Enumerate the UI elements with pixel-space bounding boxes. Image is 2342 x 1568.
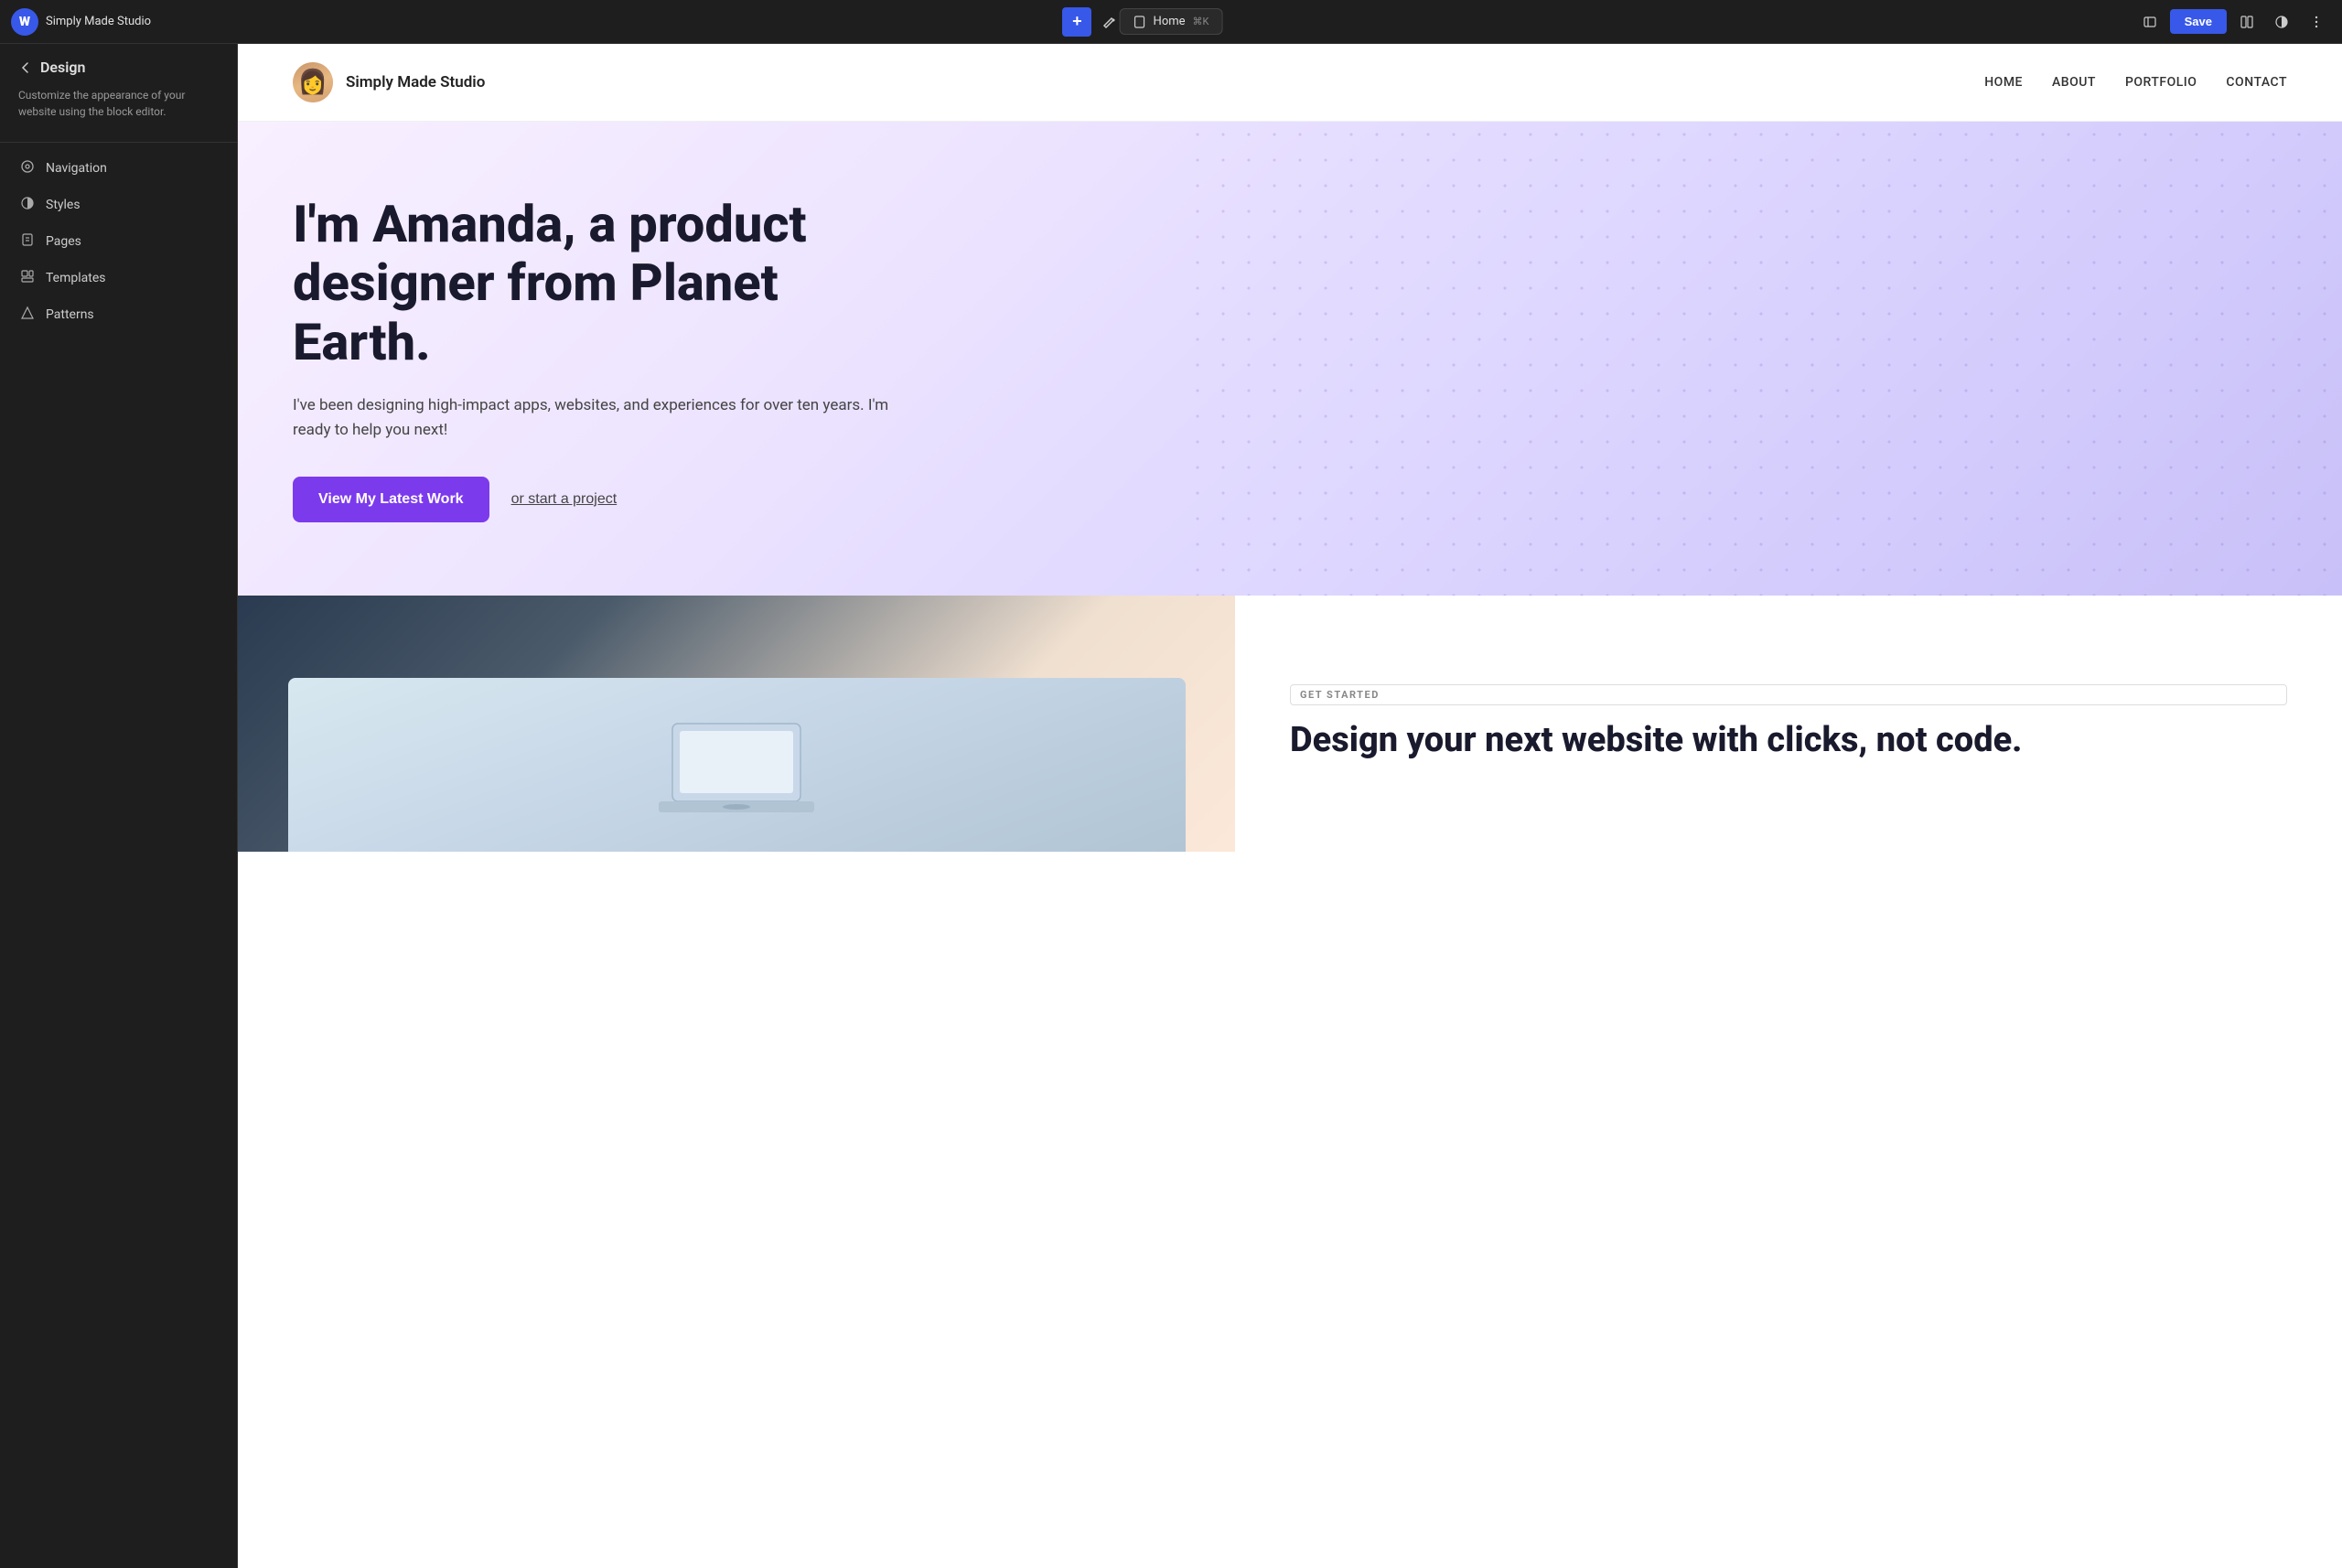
main-layout: Design Customize the appearance of your … [0, 44, 2342, 1568]
hero-subtitle: I've been designing high-impact apps, we… [293, 393, 915, 443]
sidebar-item-patterns[interactable]: Patterns [0, 296, 237, 333]
pages-icon [18, 232, 37, 251]
sidebar-subtitle: Customize the appearance of your website… [0, 87, 237, 134]
navigation-icon [18, 159, 37, 177]
hero-actions: View My Latest Work or start a project [293, 477, 915, 522]
sidebar-item-label: Navigation [46, 161, 107, 176]
sidebar-item-label: Pages [46, 234, 81, 249]
section-text: GET STARTED Design your next website wit… [1235, 596, 2342, 852]
sidebar-divider [0, 142, 237, 143]
view-button[interactable] [2135, 7, 2165, 37]
laptop-image [288, 678, 1186, 852]
sidebar-title: Design [40, 59, 85, 76]
site-title-topbar: Simply Made Studio [46, 15, 151, 28]
wordpress-logo[interactable]: W [11, 8, 38, 36]
laptop-svg [654, 714, 819, 824]
sidebar-item-styles[interactable]: Styles [0, 187, 237, 223]
hero-content: I'm Amanda, a product designer from Plan… [293, 195, 915, 522]
top-bar: W Simply Made Studio + Home ⌘K Save [0, 0, 2342, 44]
start-project-link[interactable]: or start a project [511, 491, 618, 508]
dark-mode-button[interactable] [2267, 7, 2296, 37]
nav-about[interactable]: ABOUT [2052, 75, 2096, 90]
site-logo: Simply Made Studio [293, 62, 485, 102]
content-area: Simply Made Studio HOME ABOUT PORTFOLIO … [238, 44, 2342, 1568]
sidebar-item-label: Styles [46, 198, 81, 212]
sidebar-item-templates[interactable]: Templates [0, 260, 237, 296]
section-eyebrow: GET STARTED [1290, 684, 2287, 705]
section-heading: Design your next website with clicks, no… [1290, 720, 2287, 762]
view-work-button[interactable]: View My Latest Work [293, 477, 489, 522]
sidebar-header: Design [0, 59, 237, 87]
nav-contact[interactable]: CONTACT [2226, 75, 2287, 90]
add-block-button[interactable]: + [1062, 7, 1091, 37]
styles-icon [18, 196, 37, 214]
sidebar-item-pages[interactable]: Pages [0, 223, 237, 260]
top-bar-left: W Simply Made Studio [11, 8, 151, 36]
sidebar-back-button[interactable] [18, 60, 33, 75]
templates-icon [18, 269, 37, 287]
sidebar-item-label: Patterns [46, 307, 94, 322]
avatar-image [293, 62, 333, 102]
page-icon [1133, 16, 1146, 28]
sidebar-item-navigation[interactable]: Navigation [0, 150, 237, 187]
layout-button[interactable] [2232, 7, 2261, 37]
hero-section: I'm Amanda, a product designer from Plan… [238, 122, 2342, 596]
section-image [238, 596, 1235, 852]
patterns-icon [18, 306, 37, 324]
site-header: Simply Made Studio HOME ABOUT PORTFOLIO … [238, 44, 2342, 122]
page-selector[interactable]: Home ⌘K [1120, 8, 1223, 35]
site-name: Simply Made Studio [346, 73, 485, 91]
preview-frame: Simply Made Studio HOME ABOUT PORTFOLIO … [238, 44, 2342, 1568]
site-nav: HOME ABOUT PORTFOLIO CONTACT [1984, 75, 2287, 90]
sidebar-item-label: Templates [46, 271, 106, 285]
top-bar-right: Save [2135, 7, 2331, 37]
save-button[interactable]: Save [2170, 9, 2227, 34]
hero-dots-pattern [1185, 122, 2342, 596]
sidebar: Design Customize the appearance of your … [0, 44, 238, 1568]
more-options-button[interactable] [2302, 7, 2331, 37]
top-bar-center: Home ⌘K [1120, 8, 1223, 35]
avatar [293, 62, 333, 102]
hero-title: I'm Amanda, a product designer from Plan… [293, 195, 915, 371]
nav-portfolio[interactable]: PORTFOLIO [2125, 75, 2197, 90]
section-two: GET STARTED Design your next website wit… [238, 596, 2342, 852]
nav-home[interactable]: HOME [1984, 75, 2023, 90]
